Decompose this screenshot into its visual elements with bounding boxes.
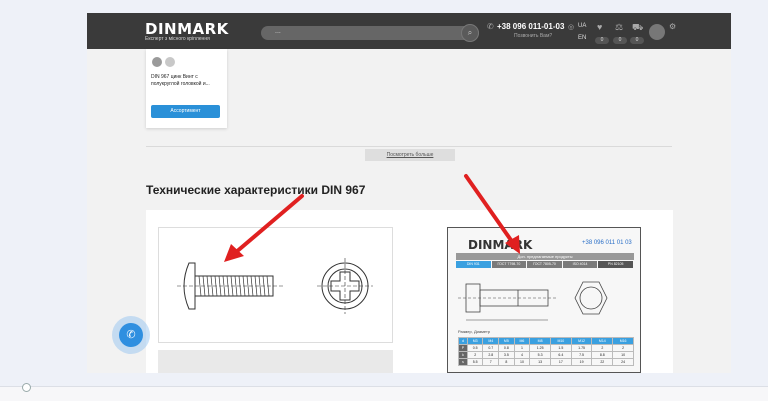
bottom-bar — [0, 383, 768, 401]
phone-icon[interactable]: ✆ — [119, 323, 143, 347]
annotation-arrow-right — [464, 174, 515, 245]
annotation-arrow-left — [233, 194, 304, 255]
call-button[interactable]: ✆ — [112, 316, 150, 354]
circle-icon[interactable] — [22, 383, 31, 392]
